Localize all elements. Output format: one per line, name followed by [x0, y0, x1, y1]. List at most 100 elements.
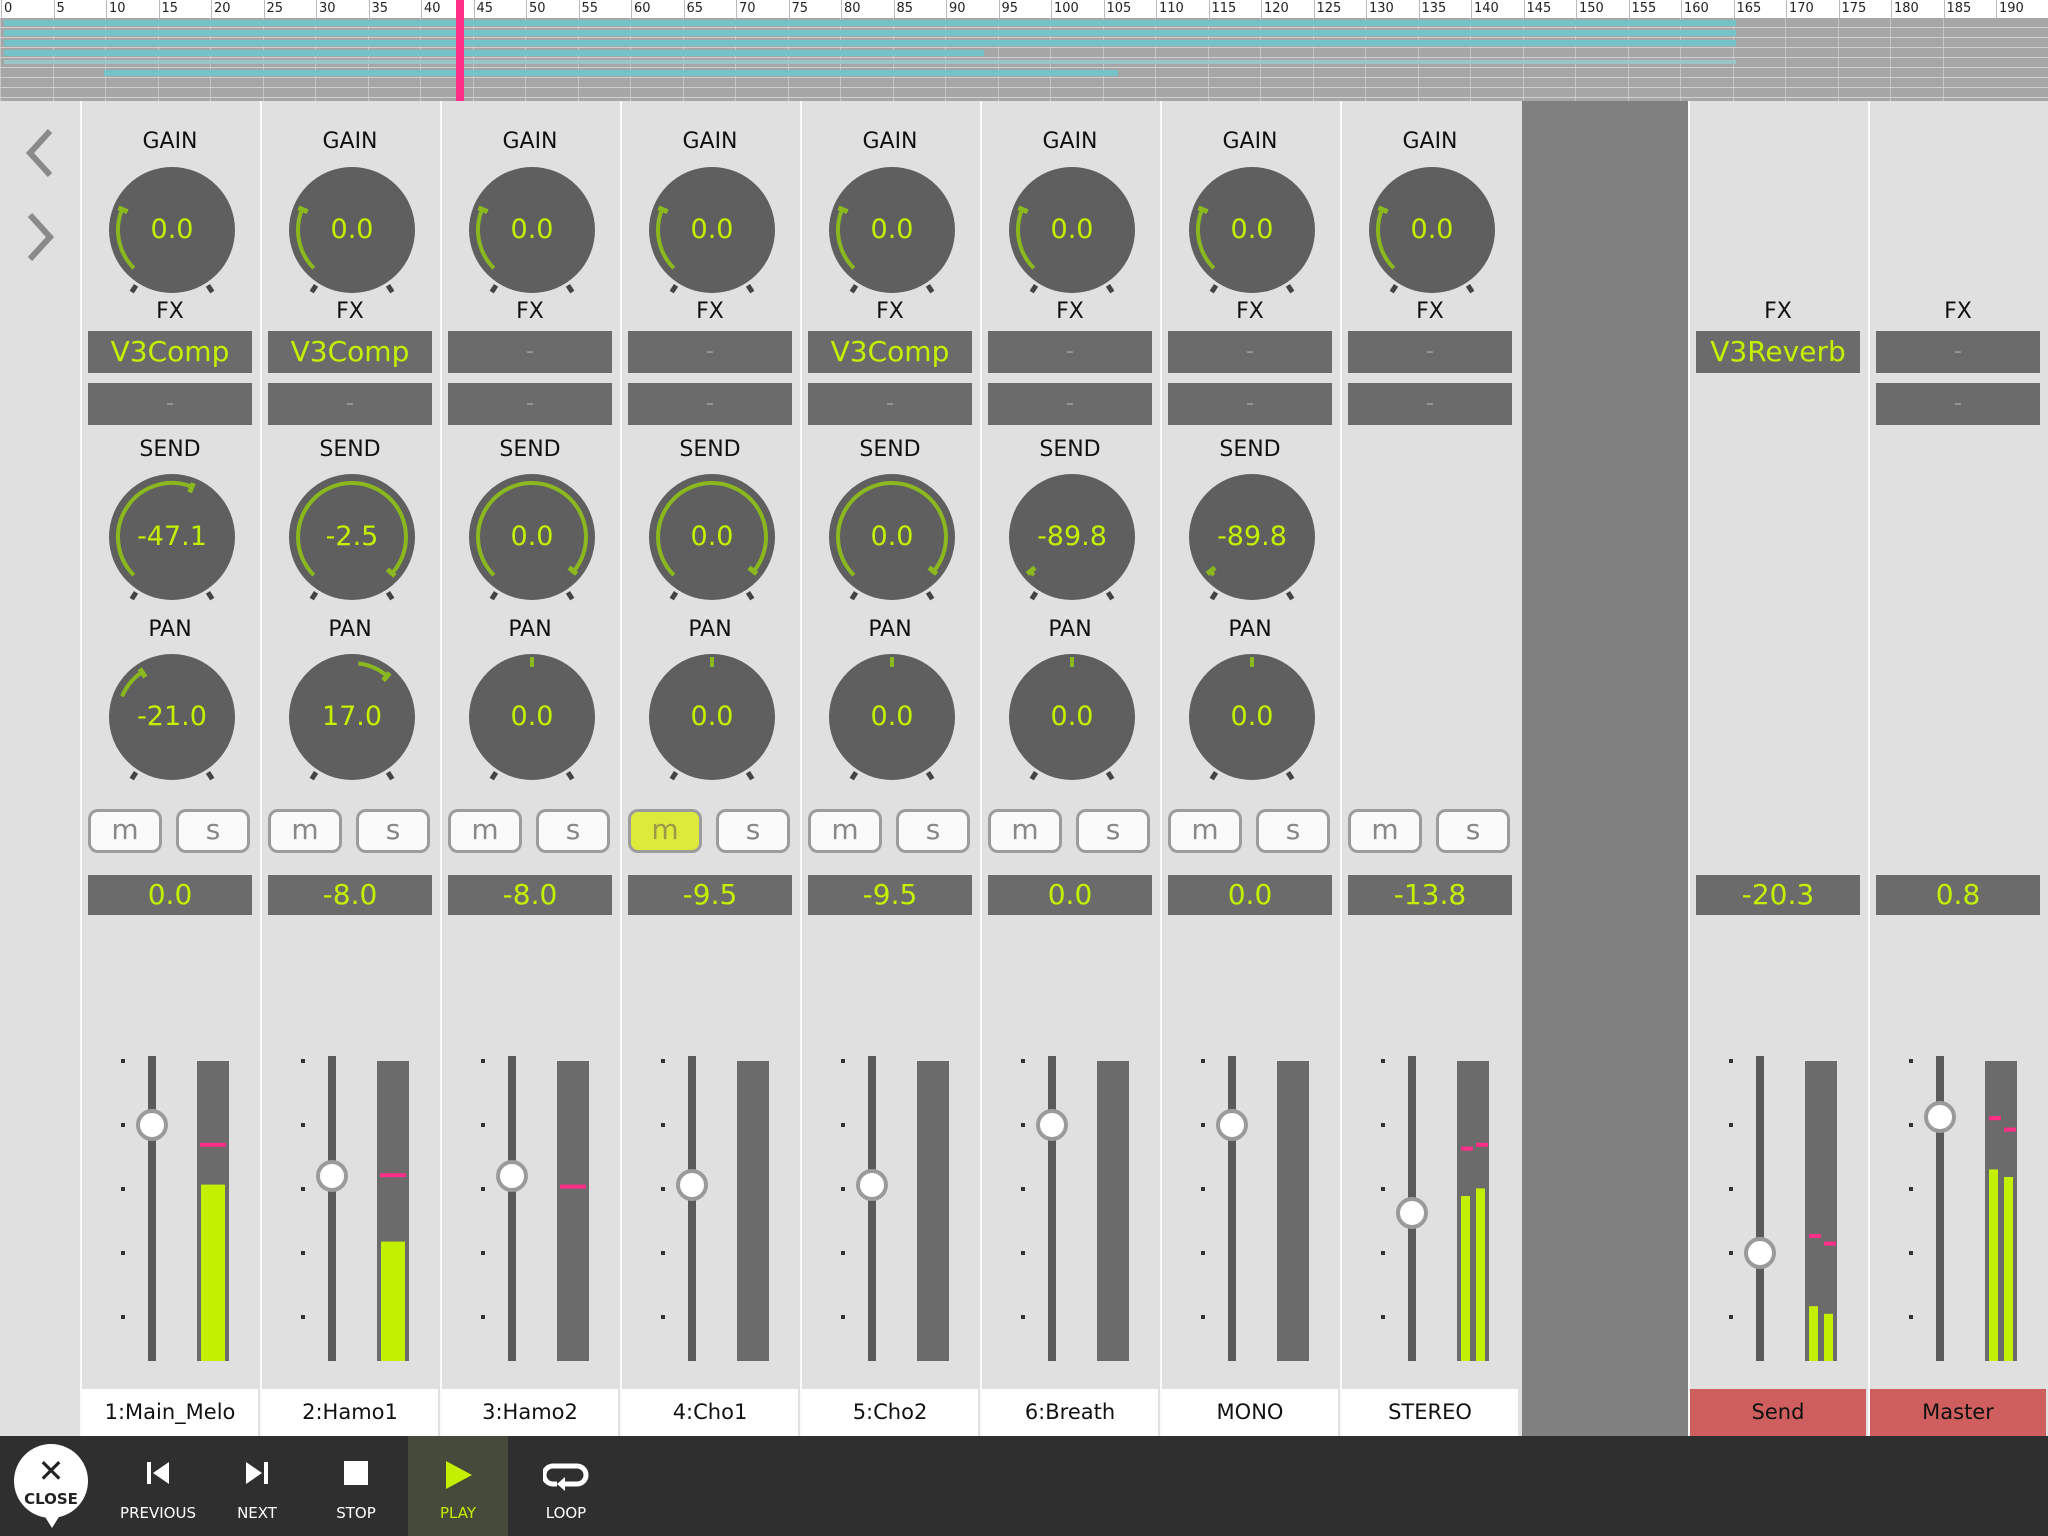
next-strips-arrow-icon[interactable] [18, 207, 62, 267]
send-knob[interactable]: -89.8 [1182, 467, 1322, 607]
send-knob-value: 0.0 [870, 521, 914, 552]
pan-knob[interactable]: -21.0 [102, 647, 242, 787]
ruler-label: 10 [109, 1, 126, 16]
fx-slot-1[interactable]: - [1168, 331, 1332, 373]
fx-slot-2[interactable]: - [808, 383, 972, 425]
play-button[interactable]: PLAY [408, 1436, 508, 1536]
mute-button[interactable]: m [448, 809, 522, 853]
gain-knob[interactable]: 0.0 [822, 160, 962, 300]
track-region[interactable] [4, 40, 1736, 46]
ruler-tick [53, 0, 55, 18]
fx-slot-2[interactable]: - [1348, 383, 1512, 425]
channel-name[interactable]: 6:Breath [982, 1389, 1158, 1436]
stop-button[interactable]: STOP [306, 1436, 406, 1536]
channel-fader-section[interactable] [1162, 941, 1338, 1448]
loop-button[interactable]: LOOP [516, 1436, 616, 1536]
bus-name[interactable]: Master [1870, 1389, 2046, 1436]
gain-knob[interactable]: 0.0 [1182, 160, 1322, 300]
solo-button[interactable]: s [1256, 809, 1330, 853]
solo-button[interactable]: s [1076, 809, 1150, 853]
channel-name[interactable]: 5:Cho2 [802, 1389, 978, 1436]
channel-fader-section[interactable] [622, 941, 798, 1448]
mute-button[interactable]: m [988, 809, 1062, 853]
mute-button[interactable]: m [268, 809, 342, 853]
send-knob[interactable]: 0.0 [822, 467, 962, 607]
channel-fader-section[interactable] [982, 941, 1158, 1448]
gain-knob[interactable]: 0.0 [102, 160, 242, 300]
next-button[interactable]: NEXT [216, 1436, 298, 1536]
fx-slot-1[interactable]: - [1876, 331, 2040, 373]
playhead[interactable] [456, 0, 464, 101]
pan-knob[interactable]: 0.0 [642, 647, 782, 787]
solo-button[interactable]: s [896, 809, 970, 853]
timeline-overview[interactable]: 0 5 10 15 20 25 30 35 40 45 50 55 60 65 70 75 80 85 90 95 10… [0, 0, 2048, 101]
pan-knob[interactable]: 0.0 [1002, 647, 1142, 787]
fx-slot-2[interactable]: - [988, 383, 1152, 425]
close-button[interactable]: ✕ CLOSE [14, 1444, 88, 1518]
channel-fader-section[interactable] [1342, 941, 1518, 1448]
ruler-tick [1733, 0, 1735, 18]
fx-slot-2[interactable]: - [1168, 383, 1332, 425]
channel-fader-section[interactable] [262, 941, 438, 1448]
timeline-ruler[interactable]: 0 5 10 15 20 25 30 35 40 45 50 55 60 65 70 75 80 85 90 95 10… [0, 0, 2048, 18]
track-region[interactable] [4, 60, 1736, 64]
fx-slot-1[interactable]: V3Comp [268, 331, 432, 373]
channel-name[interactable]: STEREO [1342, 1389, 1518, 1436]
track-region[interactable] [4, 20, 1736, 26]
fx-slot-1[interactable]: - [628, 331, 792, 373]
fx-slot-1[interactable]: - [1348, 331, 1512, 373]
fx-slot-1[interactable]: - [988, 331, 1152, 373]
track-region[interactable] [4, 30, 1736, 36]
fx-slot-2[interactable]: - [88, 383, 252, 425]
fx-slot-1[interactable]: V3Comp [808, 331, 972, 373]
gain-knob[interactable]: 0.0 [462, 160, 602, 300]
track-region[interactable] [104, 70, 1118, 76]
solo-button[interactable]: s [716, 809, 790, 853]
channel-fader-section[interactable] [442, 941, 618, 1448]
solo-button[interactable]: s [176, 809, 250, 853]
channel-name[interactable]: 4:Cho1 [622, 1389, 798, 1436]
pan-knob[interactable]: 0.0 [1182, 647, 1322, 787]
channel-fader-section[interactable] [82, 941, 258, 1448]
pan-knob[interactable]: 17.0 [282, 647, 422, 787]
ruler-tick [1366, 0, 1367, 18]
channel-fader-section[interactable] [802, 941, 978, 1448]
pan-knob[interactable]: 0.0 [462, 647, 602, 787]
gain-knob[interactable]: 0.0 [1002, 160, 1142, 300]
mute-button[interactable]: m [1168, 809, 1242, 853]
send-knob[interactable]: -89.8 [1002, 467, 1142, 607]
previous-strips-arrow-icon[interactable] [18, 123, 62, 183]
gain-knob[interactable]: 0.0 [642, 160, 782, 300]
fx-slot-1[interactable]: - [448, 331, 612, 373]
solo-button[interactable]: s [356, 809, 430, 853]
bus-fader-section[interactable] [1690, 941, 1866, 1448]
solo-button[interactable]: s [1436, 809, 1510, 853]
bus-fader-section[interactable] [1870, 941, 2046, 1448]
channel-name[interactable]: 2:Hamo1 [262, 1389, 438, 1436]
fx-slot-1[interactable]: V3Comp [88, 331, 252, 373]
bus-name[interactable]: Send [1690, 1389, 1866, 1436]
send-knob[interactable]: 0.0 [462, 467, 602, 607]
send-knob[interactable]: -2.5 [282, 467, 422, 607]
mute-button[interactable]: m [628, 809, 702, 853]
mute-button[interactable]: m [88, 809, 162, 853]
mute-button[interactable]: m [808, 809, 882, 853]
channel-name[interactable]: 3:Hamo2 [442, 1389, 618, 1436]
gain-knob[interactable]: 0.0 [1362, 160, 1502, 300]
pan-knob[interactable]: 0.0 [822, 647, 962, 787]
fx-slot-2[interactable]: - [628, 383, 792, 425]
channel-name[interactable]: 1:Main_Melo [82, 1389, 258, 1436]
channel-name[interactable]: MONO [1162, 1389, 1338, 1436]
previous-button[interactable]: PREVIOUS [100, 1436, 216, 1536]
solo-button[interactable]: s [536, 809, 610, 853]
send-knob[interactable]: 0.0 [642, 467, 782, 607]
fx-slot-2[interactable]: - [448, 383, 612, 425]
send-knob[interactable]: -47.1 [102, 467, 242, 607]
gain-knob[interactable]: 0.0 [282, 160, 422, 300]
ruler-label: 130 [1369, 1, 1394, 16]
track-region[interactable] [4, 50, 984, 56]
fx-slot-2[interactable]: - [268, 383, 432, 425]
fx-slot-2[interactable]: - [1876, 383, 2040, 425]
mute-button[interactable]: m [1348, 809, 1422, 853]
fx-slot-1[interactable]: V3Reverb [1696, 331, 1860, 373]
